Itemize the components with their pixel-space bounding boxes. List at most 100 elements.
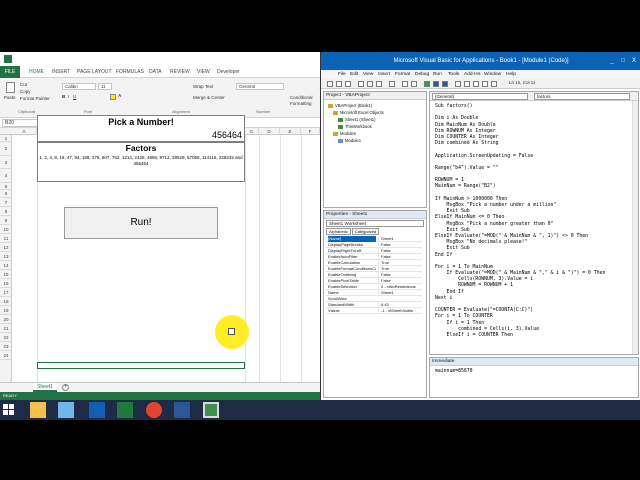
code-text[interactable]: Sub factors() Dim i As Double Dim MainNum…	[435, 104, 605, 339]
name-box[interactable]: B20	[2, 119, 42, 127]
tree-thisworkbook[interactable]: ThisWorkbook	[338, 124, 372, 129]
row-header[interactable]: 7	[0, 198, 12, 207]
design-mode-icon[interactable]	[455, 81, 461, 87]
minimize-button[interactable]: _	[607, 52, 617, 70]
row-header[interactable]: 19	[0, 306, 12, 315]
number-format-select[interactable]: General	[236, 83, 284, 90]
row-header[interactable]: 1	[0, 135, 12, 142]
tab-developer[interactable]: Developer	[217, 66, 240, 78]
menu-edit[interactable]: Edit	[350, 70, 358, 79]
tree-excel-objects[interactable]: Microsoft Excel Objects	[333, 110, 384, 115]
menu-run[interactable]: Run	[433, 70, 442, 79]
code-window[interactable]: (General) factors Sub factors() Dim i As…	[429, 91, 639, 355]
properties-object-select[interactable]: Sheet1 Worksheet	[326, 220, 424, 227]
cut-icon[interactable]	[358, 81, 364, 87]
column-header-c[interactable]: C	[245, 128, 259, 135]
tree-sheet1[interactable]: Sheet1 (Sheet1)	[338, 117, 376, 122]
row-header[interactable]: 18	[0, 297, 12, 306]
menu-format[interactable]: Format	[395, 70, 410, 79]
tree-modules[interactable]: Modules	[333, 131, 356, 136]
tree-vbaproject[interactable]: VBAProject (Book1)	[328, 103, 372, 108]
save-icon[interactable]	[345, 81, 351, 87]
row-header[interactable]: 4	[0, 169, 12, 183]
toolbox-icon[interactable]	[491, 81, 497, 87]
run-button[interactable]: Run!	[64, 207, 218, 239]
row-header[interactable]: 20	[0, 315, 12, 324]
immediate-window[interactable]: Immediate mainnum=85670	[429, 357, 639, 398]
store-icon[interactable]	[58, 402, 74, 418]
format-painter-button[interactable]: Format Painter	[20, 96, 50, 101]
row-header[interactable]: 5	[0, 183, 12, 190]
tree-module1[interactable]: Module1	[338, 138, 361, 143]
menu-help[interactable]: Help	[506, 70, 516, 79]
excel-view-icon[interactable]	[327, 81, 333, 87]
object-browser-icon[interactable]	[482, 81, 488, 87]
row-header[interactable]: 2	[0, 142, 12, 156]
copy-button[interactable]: Copy	[20, 89, 31, 94]
reset-icon[interactable]	[442, 81, 448, 87]
property-row[interactable]: Visible -1 - xlSheetVisible	[326, 308, 422, 314]
file-explorer-icon[interactable]	[30, 402, 46, 418]
menu-debug[interactable]: Debug	[415, 70, 429, 79]
bold-button[interactable]: B	[62, 94, 65, 99]
selected-cell-b20[interactable]	[37, 362, 245, 369]
chrome-icon[interactable]	[146, 402, 162, 418]
sheet-tab-sheet1[interactable]: Sheet1	[33, 383, 57, 392]
add-sheet-button[interactable]: +	[62, 384, 69, 391]
menu-file[interactable]: File	[338, 70, 346, 79]
row-header[interactable]: 16	[0, 279, 12, 288]
file-tab[interactable]: FILE	[0, 66, 20, 78]
outlook-icon[interactable]	[89, 402, 105, 418]
row-header[interactable]: 24	[0, 351, 12, 360]
paste-icon[interactable]	[376, 81, 382, 87]
column-header-e[interactable]: E	[280, 128, 301, 135]
windows-start-icon[interactable]	[3, 404, 15, 416]
cell-b3-factors-title[interactable]: Factors	[37, 142, 245, 154]
object-dropdown[interactable]: (General)	[432, 93, 528, 100]
row-header[interactable]: 10	[0, 225, 12, 234]
column-header-f[interactable]: F	[301, 128, 320, 135]
cell-b4-factors-values[interactable]: 1, 2, 4, 8, 16, 47, 94, 188, 376, 607, 7…	[37, 154, 245, 168]
font-size-select[interactable]: 11	[98, 83, 112, 90]
menu-tools[interactable]: Tools	[448, 70, 459, 79]
paste-button[interactable]: Paste	[4, 95, 16, 100]
tab-view[interactable]: VIEW	[197, 66, 210, 78]
row-header[interactable]: 3	[0, 156, 12, 169]
run-icon[interactable]	[424, 81, 430, 87]
tab-insert[interactable]: INSERT	[52, 66, 70, 78]
row-header[interactable]: 13	[0, 252, 12, 261]
cell-b2-main-number[interactable]: 456464	[37, 129, 245, 142]
undo-icon[interactable]	[402, 81, 408, 87]
paste-icon[interactable]	[6, 82, 15, 93]
tab-categorized[interactable]: Categorized	[351, 228, 380, 235]
tab-home[interactable]: HOME	[29, 66, 44, 78]
procedure-dropdown[interactable]: factors	[534, 93, 630, 100]
menu-view[interactable]: View	[363, 70, 373, 79]
tab-formulas[interactable]: FORMULAS	[116, 66, 144, 78]
conditional-formatting-button[interactable]: Conditional	[290, 95, 313, 100]
underline-button[interactable]: U	[73, 94, 76, 99]
column-header-a[interactable]: A	[12, 128, 37, 135]
break-icon[interactable]	[433, 81, 439, 87]
insert-module-icon[interactable]	[336, 81, 342, 87]
find-icon[interactable]	[389, 81, 395, 87]
italic-button[interactable]: I	[68, 94, 69, 99]
code-line[interactable]: ElseIf i = COUNTER Then	[435, 333, 605, 339]
merge-center-button[interactable]: Merge & Center	[193, 95, 225, 100]
row-header[interactable]: 15	[0, 270, 12, 279]
row-header[interactable]: 14	[0, 261, 12, 270]
camtasia-icon[interactable]	[203, 402, 219, 418]
menu-window[interactable]: Window	[484, 70, 501, 79]
row-header[interactable]: 12	[0, 243, 12, 252]
properties-window-icon[interactable]	[473, 81, 479, 87]
cut-button[interactable]: Cut	[20, 82, 27, 87]
row-header[interactable]: 6	[0, 190, 12, 198]
word-icon[interactable]	[174, 402, 190, 418]
column-header-d[interactable]: D	[259, 128, 280, 135]
immediate-text[interactable]: mainnum=85670	[435, 369, 473, 374]
row-header[interactable]: 17	[0, 288, 12, 297]
wrap-text-button[interactable]: Wrap Text	[193, 84, 213, 89]
copy-icon[interactable]	[367, 81, 373, 87]
tab-page-layout[interactable]: PAGE LAYOUT	[77, 66, 112, 78]
row-header[interactable]: 21	[0, 324, 12, 333]
